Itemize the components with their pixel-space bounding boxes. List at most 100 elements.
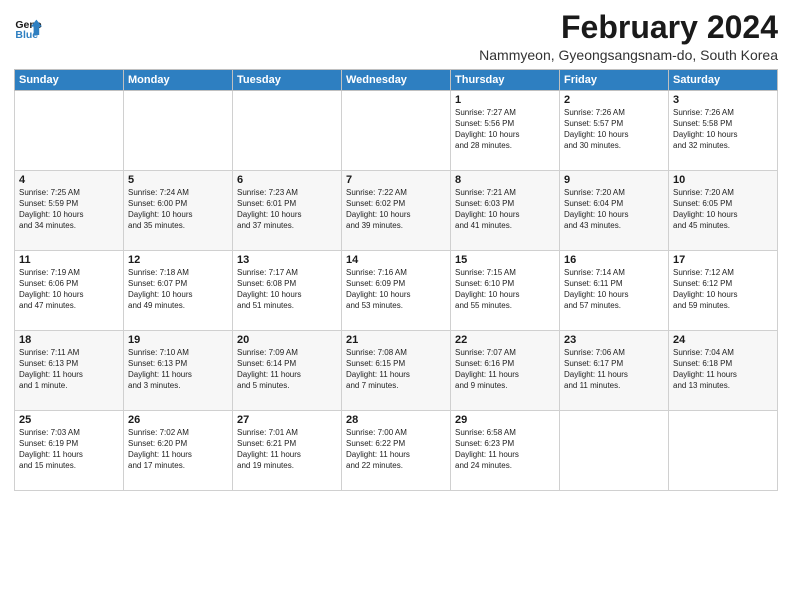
day-number: 20 (237, 334, 337, 346)
day-number: 2 (564, 94, 664, 106)
day-number: 9 (564, 174, 664, 186)
day-number: 21 (346, 334, 446, 346)
calendar-cell: 21 Sunrise: 7:08 AM Sunset: 6:15 PM Dayli… (342, 331, 451, 411)
page: General Blue February 2024 Nammyeon, Gye… (0, 0, 792, 497)
title-block: February 2024 Nammyeon, Gyeongsangsnam-d… (479, 10, 778, 63)
th-monday: Monday (124, 70, 233, 91)
calendar-cell: 26Sunrise: 7:02 AM Sunset: 6:20 PM Dayli… (124, 411, 233, 491)
logo: General Blue (14, 14, 42, 42)
day-number: 12 (128, 254, 228, 266)
logo-icon: General Blue (14, 14, 42, 42)
calendar-cell: 1Sunrise: 7:27 AM Sunset: 5:56 PM Daylig… (451, 91, 560, 171)
calendar-cell: 24 Sunrise: 7:04 AM Sunset: 6:18 PM Dayli… (669, 331, 778, 411)
day-number: 19 (128, 334, 228, 346)
day-number: 28 (346, 414, 446, 426)
day-info: Sunrise: 7:20 AM Sunset: 6:04 PM Dayligh… (564, 188, 664, 231)
calendar-cell (342, 91, 451, 171)
day-info: Sunrise: 7:08 AM Sunset: 6:15 PM Dayligh… (346, 348, 446, 391)
day-info: Sunrise: 7:07 AM Sunset: 6:16 PM Dayligh… (455, 348, 555, 391)
day-info: Sunrise: 7:26 AM Sunset: 5:58 PM Dayligh… (673, 108, 773, 151)
day-number: 4 (19, 174, 119, 186)
calendar-cell: 22 Sunrise: 7:07 AM Sunset: 6:16 PM Dayli… (451, 331, 560, 411)
th-thursday: Thursday (451, 70, 560, 91)
day-number: 6 (237, 174, 337, 186)
calendar-table: Sunday Monday Tuesday Wednesday Thursday… (14, 69, 778, 491)
calendar-cell: 10 Sunrise: 7:20 AM Sunset: 6:05 PM Dayli… (669, 171, 778, 251)
calendar-cell: 2 Sunrise: 7:26 AM Sunset: 5:57 PM Daylig… (560, 91, 669, 171)
day-info: Sunrise: 7:14 AM Sunset: 6:11 PM Dayligh… (564, 268, 664, 311)
calendar-cell: 14 Sunrise: 7:16 AM Sunset: 6:09 PM Dayli… (342, 251, 451, 331)
calendar-cell (669, 411, 778, 491)
day-info: Sunrise: 7:01 AM Sunset: 6:21 PM Dayligh… (237, 428, 337, 471)
day-number: 7 (346, 174, 446, 186)
day-info: Sunrise: 7:25 AM Sunset: 5:59 PM Dayligh… (19, 188, 119, 231)
header-row: Sunday Monday Tuesday Wednesday Thursday… (15, 70, 778, 91)
day-info: Sunrise: 7:16 AM Sunset: 6:09 PM Dayligh… (346, 268, 446, 311)
day-info: Sunrise: 7:06 AM Sunset: 6:17 PM Dayligh… (564, 348, 664, 391)
day-info: Sunrise: 7:04 AM Sunset: 6:18 PM Dayligh… (673, 348, 773, 391)
week-row-3: 11 Sunrise: 7:19 AM Sunset: 6:06 PM Dayli… (15, 251, 778, 331)
calendar-cell: 28 Sunrise: 7:00 AM Sunset: 6:22 PM Dayli… (342, 411, 451, 491)
day-number: 17 (673, 254, 773, 266)
calendar-cell (233, 91, 342, 171)
day-number: 10 (673, 174, 773, 186)
calendar-cell: 18 Sunrise: 7:11 AM Sunset: 6:13 PM Dayli… (15, 331, 124, 411)
week-row-1: 1Sunrise: 7:27 AM Sunset: 5:56 PM Daylig… (15, 91, 778, 171)
day-number: 14 (346, 254, 446, 266)
day-number: 5 (128, 174, 228, 186)
subtitle: Nammyeon, Gyeongsangsnam-do, South Korea (479, 47, 778, 63)
day-number: 18 (19, 334, 119, 346)
calendar-cell: 8Sunrise: 7:21 AM Sunset: 6:03 PM Daylig… (451, 171, 560, 251)
calendar-cell: 7 Sunrise: 7:22 AM Sunset: 6:02 PM Daylig… (342, 171, 451, 251)
day-info: Sunrise: 7:20 AM Sunset: 6:05 PM Dayligh… (673, 188, 773, 231)
calendar-cell: 19 Sunrise: 7:10 AM Sunset: 6:13 PM Dayli… (124, 331, 233, 411)
day-number: 11 (19, 254, 119, 266)
day-info: Sunrise: 7:11 AM Sunset: 6:13 PM Dayligh… (19, 348, 119, 391)
calendar-cell (560, 411, 669, 491)
day-info: Sunrise: 7:24 AM Sunset: 6:00 PM Dayligh… (128, 188, 228, 231)
day-number: 25 (19, 414, 119, 426)
day-info: Sunrise: 7:26 AM Sunset: 5:57 PM Dayligh… (564, 108, 664, 151)
calendar-cell: 4 Sunrise: 7:25 AM Sunset: 5:59 PM Daylig… (15, 171, 124, 251)
week-row-4: 18 Sunrise: 7:11 AM Sunset: 6:13 PM Dayli… (15, 331, 778, 411)
day-info: Sunrise: 7:21 AM Sunset: 6:03 PM Dayligh… (455, 188, 555, 231)
calendar-cell: 16Sunrise: 7:14 AM Sunset: 6:11 PM Dayli… (560, 251, 669, 331)
calendar-cell: 25 Sunrise: 7:03 AM Sunset: 6:19 PM Dayli… (15, 411, 124, 491)
day-info: Sunrise: 7:17 AM Sunset: 6:08 PM Dayligh… (237, 268, 337, 311)
calendar-cell: 5 Sunrise: 7:24 AM Sunset: 6:00 PM Daylig… (124, 171, 233, 251)
day-number: 13 (237, 254, 337, 266)
day-info: Sunrise: 7:03 AM Sunset: 6:19 PM Dayligh… (19, 428, 119, 471)
day-info: Sunrise: 7:02 AM Sunset: 6:20 PM Dayligh… (128, 428, 228, 471)
calendar-cell: 9 Sunrise: 7:20 AM Sunset: 6:04 PM Daylig… (560, 171, 669, 251)
th-sunday: Sunday (15, 70, 124, 91)
day-info: Sunrise: 7:19 AM Sunset: 6:06 PM Dayligh… (19, 268, 119, 311)
day-info: Sunrise: 7:22 AM Sunset: 6:02 PM Dayligh… (346, 188, 446, 231)
day-number: 23 (564, 334, 664, 346)
th-saturday: Saturday (669, 70, 778, 91)
week-row-5: 25 Sunrise: 7:03 AM Sunset: 6:19 PM Dayli… (15, 411, 778, 491)
calendar-cell: 27 Sunrise: 7:01 AM Sunset: 6:21 PM Dayli… (233, 411, 342, 491)
th-tuesday: Tuesday (233, 70, 342, 91)
day-number: 29 (455, 414, 555, 426)
day-number: 1 (455, 94, 555, 106)
day-info: Sunrise: 7:12 AM Sunset: 6:12 PM Dayligh… (673, 268, 773, 311)
calendar-cell: 3Sunrise: 7:26 AM Sunset: 5:58 PM Daylig… (669, 91, 778, 171)
th-wednesday: Wednesday (342, 70, 451, 91)
calendar-cell: 29 Sunrise: 6:58 AM Sunset: 6:23 PM Dayli… (451, 411, 560, 491)
header: General Blue February 2024 Nammyeon, Gye… (14, 10, 778, 63)
calendar-cell: 20Sunrise: 7:09 AM Sunset: 6:14 PM Dayli… (233, 331, 342, 411)
week-row-2: 4 Sunrise: 7:25 AM Sunset: 5:59 PM Daylig… (15, 171, 778, 251)
main-title: February 2024 (479, 10, 778, 45)
day-number: 22 (455, 334, 555, 346)
day-info: Sunrise: 7:00 AM Sunset: 6:22 PM Dayligh… (346, 428, 446, 471)
calendar-cell: 13 Sunrise: 7:17 AM Sunset: 6:08 PM Dayli… (233, 251, 342, 331)
day-info: Sunrise: 7:15 AM Sunset: 6:10 PM Dayligh… (455, 268, 555, 311)
calendar-cell: 6Sunrise: 7:23 AM Sunset: 6:01 PM Daylig… (233, 171, 342, 251)
calendar-cell: 23 Sunrise: 7:06 AM Sunset: 6:17 PM Dayli… (560, 331, 669, 411)
calendar-cell (124, 91, 233, 171)
day-number: 24 (673, 334, 773, 346)
day-info: Sunrise: 6:58 AM Sunset: 6:23 PM Dayligh… (455, 428, 555, 471)
day-info: Sunrise: 7:10 AM Sunset: 6:13 PM Dayligh… (128, 348, 228, 391)
day-number: 27 (237, 414, 337, 426)
calendar-cell: 15Sunrise: 7:15 AM Sunset: 6:10 PM Dayli… (451, 251, 560, 331)
